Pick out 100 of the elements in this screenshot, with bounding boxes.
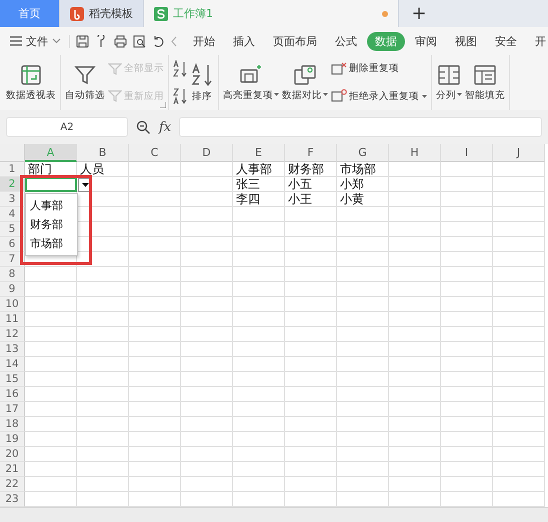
table-cell (441, 297, 493, 312)
table-cell (233, 282, 285, 297)
ribbon-button[interactable]: 高亮重复项 (222, 60, 280, 106)
ribbon-button[interactable]: 数据透视表 (5, 60, 57, 106)
dropdown-option[interactable]: 市场部 (26, 234, 77, 253)
row-header[interactable]: 17 (0, 402, 25, 417)
table-cell (493, 192, 545, 207)
table-cell (25, 282, 77, 297)
table-cell (233, 312, 285, 327)
row-header[interactable]: 12 (0, 327, 25, 342)
row-header[interactable]: 11 (0, 312, 25, 327)
column-header[interactable]: B (77, 144, 129, 162)
split-columns-icon (437, 64, 461, 86)
row-header[interactable]: 21 (0, 462, 25, 477)
ribbon-button[interactable]: 排序 (189, 58, 215, 106)
dropdown-option[interactable]: 财务部 (26, 215, 77, 234)
table-cell (337, 267, 389, 282)
menu-icon (10, 36, 22, 46)
function-label[interactable]: fx (159, 120, 172, 134)
column-header[interactable]: E (233, 144, 285, 162)
table-cell (77, 297, 129, 312)
row-header[interactable]: 13 (0, 342, 25, 357)
table-cell (389, 297, 441, 312)
name-box[interactable]: A2 (6, 117, 128, 137)
caret-icon (82, 183, 88, 187)
column-header[interactable]: G (337, 144, 389, 162)
save-icon[interactable] (76, 34, 89, 48)
table-cell (181, 207, 233, 222)
table-cell (389, 387, 441, 402)
table-cell (77, 477, 129, 492)
table-cell (441, 162, 493, 177)
dialog-launcher-icon[interactable] (160, 102, 166, 108)
table-cell (129, 312, 181, 327)
row-header[interactable]: 14 (0, 357, 25, 372)
row-header[interactable]: 16 (0, 387, 25, 402)
row-header[interactable]: 18 (0, 417, 25, 432)
formula-input[interactable] (179, 117, 542, 137)
ribbon-button[interactable]: 数据对比 (281, 60, 329, 106)
print-preview-icon[interactable] (133, 34, 146, 48)
column-header[interactable]: H (389, 144, 441, 162)
table-cell (493, 342, 545, 357)
table-cell (181, 192, 233, 207)
docer-logo-icon (70, 6, 84, 20)
column-header[interactable]: D (181, 144, 233, 162)
table-cell (77, 417, 129, 432)
column-header[interactable]: J (493, 144, 545, 162)
row-header[interactable]: 23 (0, 492, 25, 507)
print-icon[interactable] (114, 34, 127, 48)
ribbon-tab[interactable]: 公式 (327, 32, 365, 50)
table-cell (441, 477, 493, 492)
table-cell (77, 447, 129, 462)
file-menu-button[interactable]: 文件 (6, 32, 65, 50)
table-cell (77, 372, 129, 387)
undo-icon[interactable] (152, 34, 165, 48)
row-header[interactable]: 10 (0, 297, 25, 312)
sort-button[interactable] (172, 87, 188, 106)
table-cell (337, 372, 389, 387)
table-cell (389, 402, 441, 417)
row-header[interactable]: 20 (0, 447, 25, 462)
ribbon-button[interactable]: 智能填充 (464, 60, 506, 106)
table-cell (493, 402, 545, 417)
ribbon-tab[interactable]: 视图 (447, 32, 485, 50)
ribbon-button[interactable]: 删除重复项 (330, 60, 428, 77)
filter-icon (74, 64, 96, 86)
ribbon-tab[interactable]: 安全 (487, 32, 525, 50)
ribbon-tab[interactable]: 页面布局 (265, 32, 325, 50)
ribbon-tab[interactable]: 开始 (185, 32, 223, 50)
ribbon-button[interactable]: 自动筛选 (64, 60, 106, 106)
table-cell (389, 162, 441, 177)
column-header[interactable]: F (285, 144, 337, 162)
ribbon-button[interactable]: 拒绝录入重复项 (330, 88, 428, 104)
row-header[interactable]: 15 (0, 372, 25, 387)
zoom-icon[interactable] (136, 120, 151, 134)
new-tab-button[interactable]: + (399, 0, 439, 27)
table-cell (337, 282, 389, 297)
row-header[interactable]: 8 (0, 267, 25, 282)
document-tab[interactable]: 稻壳模板 (60, 0, 144, 27)
row-header[interactable]: 22 (0, 477, 25, 492)
table-cell (493, 357, 545, 372)
table-cell (493, 447, 545, 462)
column-header[interactable]: I (441, 144, 493, 162)
ribbon-tab[interactable]: 开 (527, 32, 548, 50)
column-header[interactable]: C (129, 144, 181, 162)
row-header[interactable]: 19 (0, 432, 25, 447)
row-header[interactable]: 9 (0, 282, 25, 297)
table-cell: 李四 (233, 192, 285, 207)
ribbon-button[interactable]: 分列 (435, 60, 463, 106)
ribbon-tab[interactable]: 审阅 (407, 32, 445, 50)
table-cell (129, 207, 181, 222)
ribbon-tab[interactable]: 插入 (225, 32, 263, 50)
table-cell (25, 327, 77, 342)
table-cell (389, 462, 441, 477)
table-cell (181, 432, 233, 447)
filter-icon (108, 62, 122, 76)
table-cell (129, 177, 181, 192)
table-cell (285, 387, 337, 402)
dropdown-option[interactable]: 人事部 (26, 196, 77, 215)
compare-data-icon (293, 64, 317, 86)
sort-button[interactable] (172, 60, 188, 78)
row-header[interactable]: 1 (0, 162, 25, 177)
